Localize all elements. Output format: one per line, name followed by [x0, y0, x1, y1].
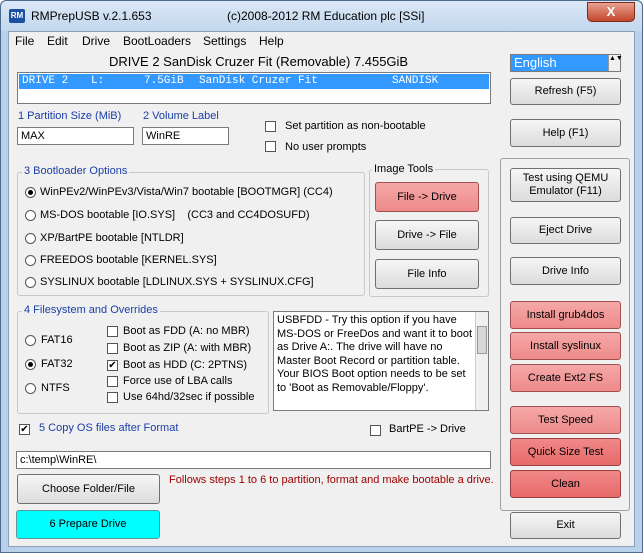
- no-prompts-checkbox[interactable]: [265, 141, 276, 152]
- non-bootable-checkbox[interactable]: [265, 121, 276, 132]
- override-64hd-checkbox[interactable]: [107, 392, 118, 403]
- filesystem-title: 4 Filesystem and Overrides: [22, 304, 160, 316]
- bartpe-checkbox[interactable]: [370, 425, 381, 436]
- drive-list[interactable]: DRIVE 2 L: 7.5GiB SanDisk Cruzer Fit SAN…: [17, 72, 491, 104]
- bootloader-radio-xp[interactable]: [25, 233, 36, 244]
- hint-text: Follows steps 1 to 6 to partition, forma…: [169, 474, 494, 486]
- override-hdd-label: Boot as HDD (C: 2PTNS): [123, 359, 248, 371]
- choose-folder-button[interactable]: Choose Folder/File: [17, 474, 160, 504]
- drive-row-selected[interactable]: DRIVE 2 L: 7.5GiB SanDisk Cruzer Fit SAN…: [19, 74, 489, 89]
- file-info-button[interactable]: File Info: [375, 259, 479, 289]
- drive-number: DRIVE 2: [22, 75, 69, 87]
- no-prompts-label: No user prompts: [285, 141, 367, 153]
- info-text: USBFDD - Try this option if you have MS-…: [277, 314, 473, 394]
- qemu-button[interactable]: Test using QEMU Emulator (F11): [510, 168, 621, 202]
- quick-size-test-button[interactable]: Quick Size Test: [510, 438, 621, 466]
- drive-info-button[interactable]: Drive Info: [510, 257, 621, 285]
- bootloader-option-freedos: FREEDOS bootable [KERNEL.SYS]: [40, 254, 217, 266]
- help-button[interactable]: Help (F1): [510, 119, 621, 147]
- menu-help[interactable]: Help: [259, 34, 284, 48]
- close-button[interactable]: X: [587, 2, 635, 22]
- install-grub4dos-button[interactable]: Install grub4dos: [510, 301, 621, 329]
- override-64hd-label: Use 64hd/32sec if possible: [123, 391, 255, 403]
- language-value: English: [514, 55, 557, 70]
- bootloader-option-msdos: MS-DOS bootable [IO.SYS] (CC3 and CC4DOS…: [40, 209, 310, 221]
- override-zip-label: Boot as ZIP (A: with MBR): [123, 342, 252, 354]
- drive-letter: L:: [91, 75, 105, 87]
- image-tools-title: Image Tools: [372, 163, 436, 175]
- copy-os-label: 5 Copy OS files after Format: [39, 422, 179, 434]
- file-to-drive-button[interactable]: File -> Drive: [375, 182, 479, 212]
- info-text-box[interactable]: USBFDD - Try this option if you have MS-…: [273, 311, 489, 411]
- scrollbar-thumb[interactable]: [477, 326, 487, 354]
- window-title: RMPrepUSB v.2.1.653: [31, 9, 152, 23]
- override-fdd-label: Boot as FDD (A: no MBR): [123, 325, 250, 337]
- menu-settings[interactable]: Settings: [203, 34, 246, 48]
- menu-file[interactable]: File: [15, 34, 34, 48]
- partition-size-input[interactable]: MAX: [17, 127, 134, 145]
- refresh-button[interactable]: Refresh (F5): [510, 78, 621, 105]
- drive-name: SanDisk Cruzer Fit: [199, 75, 318, 87]
- bootloader-radio-syslinux[interactable]: [25, 277, 36, 288]
- main-panel: File Edit Drive BootLoaders Settings Hel…: [8, 31, 635, 547]
- non-bootable-label: Set partition as non-bootable: [285, 120, 426, 132]
- fs-label-fat16: FAT16: [41, 334, 73, 346]
- fs-radio-fat32[interactable]: [25, 359, 36, 370]
- override-hdd-checkbox[interactable]: ✔: [107, 360, 118, 371]
- fs-radio-ntfs[interactable]: [25, 383, 36, 394]
- app-window: RM RMPrepUSB v.2.1.653 (c)2008-2012 RM E…: [0, 0, 643, 553]
- copy-os-checkbox[interactable]: ✔: [19, 424, 30, 435]
- menu-edit[interactable]: Edit: [47, 34, 68, 48]
- bootloader-radio-winpe[interactable]: [25, 187, 36, 198]
- drive-vendor: SANDISK: [392, 75, 439, 87]
- drive-title: DRIVE 2 SanDisk Cruzer Fit (Removable) 7…: [109, 54, 409, 69]
- volume-label-label: 2 Volume Label: [143, 110, 219, 122]
- fs-label-fat32: FAT32: [41, 358, 73, 370]
- partition-size-label: 1 Partition Size (MiB): [18, 110, 122, 122]
- bootloader-option-xp: XP/BartPE bootable [NTLDR]: [40, 232, 184, 244]
- override-zip-checkbox[interactable]: [107, 343, 118, 354]
- bootloader-group: 3 Bootloader Options WinPEv2/WinPEv3/Vis…: [17, 165, 365, 296]
- menu-bootloaders[interactable]: BootLoaders: [123, 34, 191, 48]
- prepare-drive-button[interactable]: 6 Prepare Drive: [16, 510, 160, 539]
- create-ext2-button[interactable]: Create Ext2 FS: [510, 364, 621, 392]
- exit-button[interactable]: Exit: [510, 512, 621, 539]
- app-logo-icon: RM: [9, 9, 25, 23]
- info-scrollbar[interactable]: [475, 312, 488, 410]
- bootloader-option-syslinux: SYSLINUX bootable [LDLINUX.SYS + SYSLINU…: [40, 276, 314, 288]
- eject-drive-button[interactable]: Eject Drive: [510, 217, 621, 244]
- fs-radio-fat16[interactable]: [25, 335, 36, 346]
- window-copyright: (c)2008-2012 RM Education plc [SSi]: [227, 9, 425, 23]
- volume-label-input[interactable]: WinRE: [142, 127, 229, 145]
- drive-size: 7.5GiB: [144, 75, 184, 87]
- spin-arrows-icon[interactable]: ▲▼: [608, 55, 623, 71]
- language-select[interactable]: English ▲▼: [510, 54, 623, 72]
- clean-button[interactable]: Clean: [510, 470, 621, 498]
- bootloader-option-winpe: WinPEv2/WinPEv3/Vista/Win7 bootable [BOO…: [40, 186, 333, 198]
- override-fdd-checkbox[interactable]: [107, 326, 118, 337]
- fs-label-ntfs: NTFS: [41, 382, 70, 394]
- override-lba-label: Force use of LBA calls: [123, 375, 233, 387]
- path-input[interactable]: c:\temp\WinRE\: [16, 451, 491, 469]
- bootloader-title: 3 Bootloader Options: [22, 165, 130, 177]
- menu-drive[interactable]: Drive: [82, 34, 110, 48]
- filesystem-group: 4 Filesystem and Overrides FAT16 FAT32 N…: [17, 304, 269, 414]
- install-syslinux-button[interactable]: Install syslinux: [510, 332, 621, 360]
- title-bar[interactable]: RM RMPrepUSB v.2.1.653 (c)2008-2012 RM E…: [1, 1, 642, 31]
- drive-to-file-button[interactable]: Drive -> File: [375, 220, 479, 250]
- bootloader-radio-freedos[interactable]: [25, 255, 36, 266]
- override-lba-checkbox[interactable]: [107, 376, 118, 387]
- menu-bar: File Edit Drive BootLoaders Settings Hel…: [9, 32, 634, 50]
- test-speed-button[interactable]: Test Speed: [510, 406, 621, 434]
- bartpe-label: BartPE -> Drive: [389, 423, 466, 435]
- bootloader-radio-msdos[interactable]: [25, 210, 36, 221]
